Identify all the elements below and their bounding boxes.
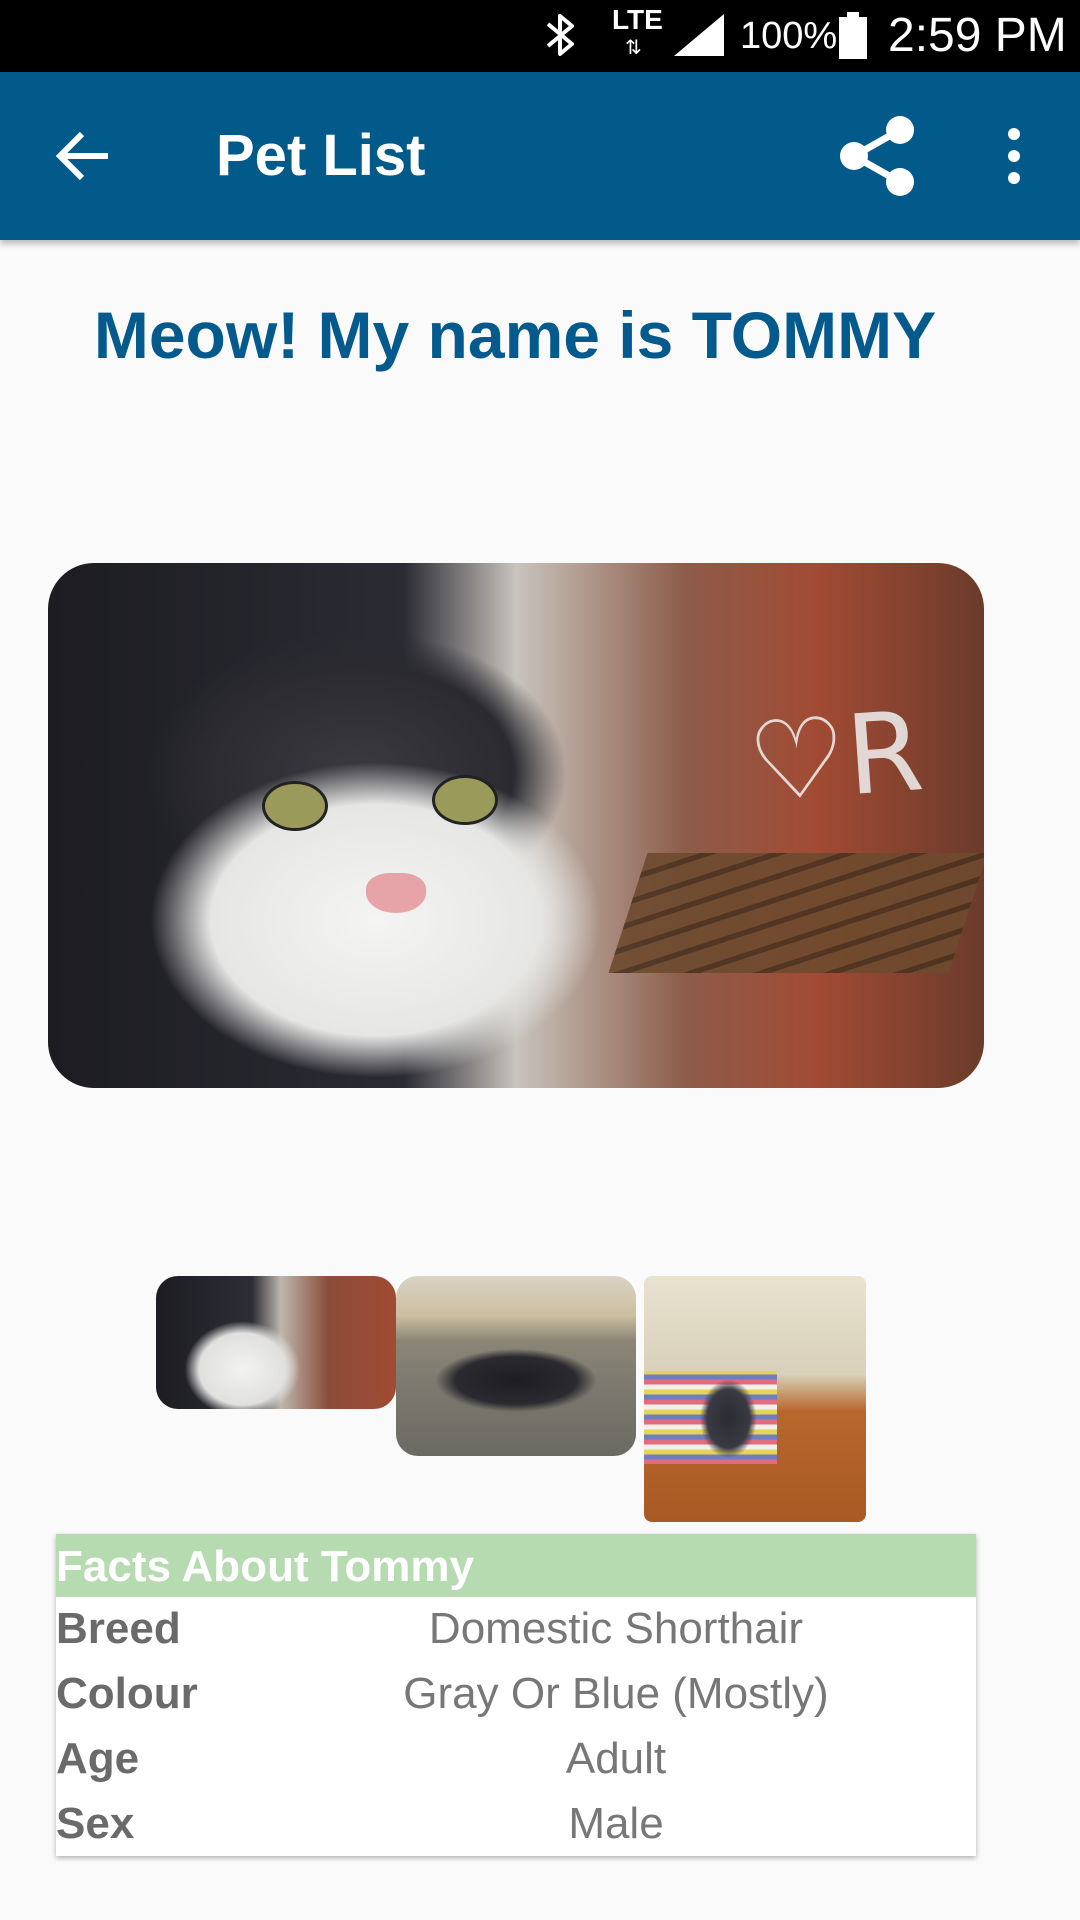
network-type-label: LTE bbox=[612, 4, 663, 35]
facts-row-colour: Colour Gray Or Blue (Mostly) bbox=[56, 1662, 976, 1727]
facts-row-sex: Sex Male bbox=[56, 1792, 976, 1857]
thumbnail-photo-2[interactable] bbox=[396, 1276, 636, 1456]
fact-value: Gray Or Blue (Mostly) bbox=[403, 1669, 829, 1718]
signal-strength-icon bbox=[674, 14, 724, 56]
fact-value: Adult bbox=[565, 1734, 667, 1783]
fact-value: Male bbox=[568, 1799, 664, 1848]
cat-nose bbox=[366, 873, 426, 913]
thumbnail-photo-1[interactable] bbox=[156, 1276, 396, 1409]
facts-card: Facts About Tommy Breed Domestic Shortha… bbox=[56, 1534, 976, 1856]
thumbnail-photo-3[interactable] bbox=[644, 1276, 866, 1522]
facts-header: Facts About Tommy bbox=[56, 1534, 976, 1597]
fact-label: Colour bbox=[56, 1669, 198, 1718]
battery-icon bbox=[839, 12, 867, 59]
pet-greeting-heading: Meow! My name is TOMMY bbox=[93, 298, 937, 372]
fact-label: Sex bbox=[56, 1799, 135, 1848]
battery-percent: 100% bbox=[740, 15, 838, 57]
fact-value: Domestic Shorthair bbox=[428, 1604, 804, 1653]
fact-label: Age bbox=[56, 1734, 140, 1783]
clock: 2:59 PM bbox=[888, 9, 1067, 62]
cat-eye-right bbox=[432, 775, 498, 825]
status-bar: LTE ⇅ 100% 2:59 PM bbox=[0, 0, 1080, 72]
cat-eye-left bbox=[262, 781, 328, 831]
main-pet-photo[interactable]: ♡R bbox=[48, 563, 984, 1088]
back-arrow-icon[interactable] bbox=[54, 126, 114, 186]
photo-graffiti: ♡R bbox=[743, 687, 928, 827]
facts-row-age: Age Adult bbox=[56, 1727, 976, 1792]
lte-data-icon: ⇅ bbox=[625, 37, 642, 59]
bluetooth-icon bbox=[546, 14, 574, 56]
app-bar: Pet List bbox=[0, 72, 1080, 240]
facts-row-breed: Breed Domestic Shorthair bbox=[56, 1597, 976, 1662]
page-title: Pet List bbox=[216, 123, 426, 188]
share-icon[interactable] bbox=[838, 114, 918, 198]
fact-label: Breed bbox=[56, 1604, 181, 1653]
more-vert-icon[interactable] bbox=[996, 126, 1032, 186]
photo-bench bbox=[608, 853, 984, 973]
